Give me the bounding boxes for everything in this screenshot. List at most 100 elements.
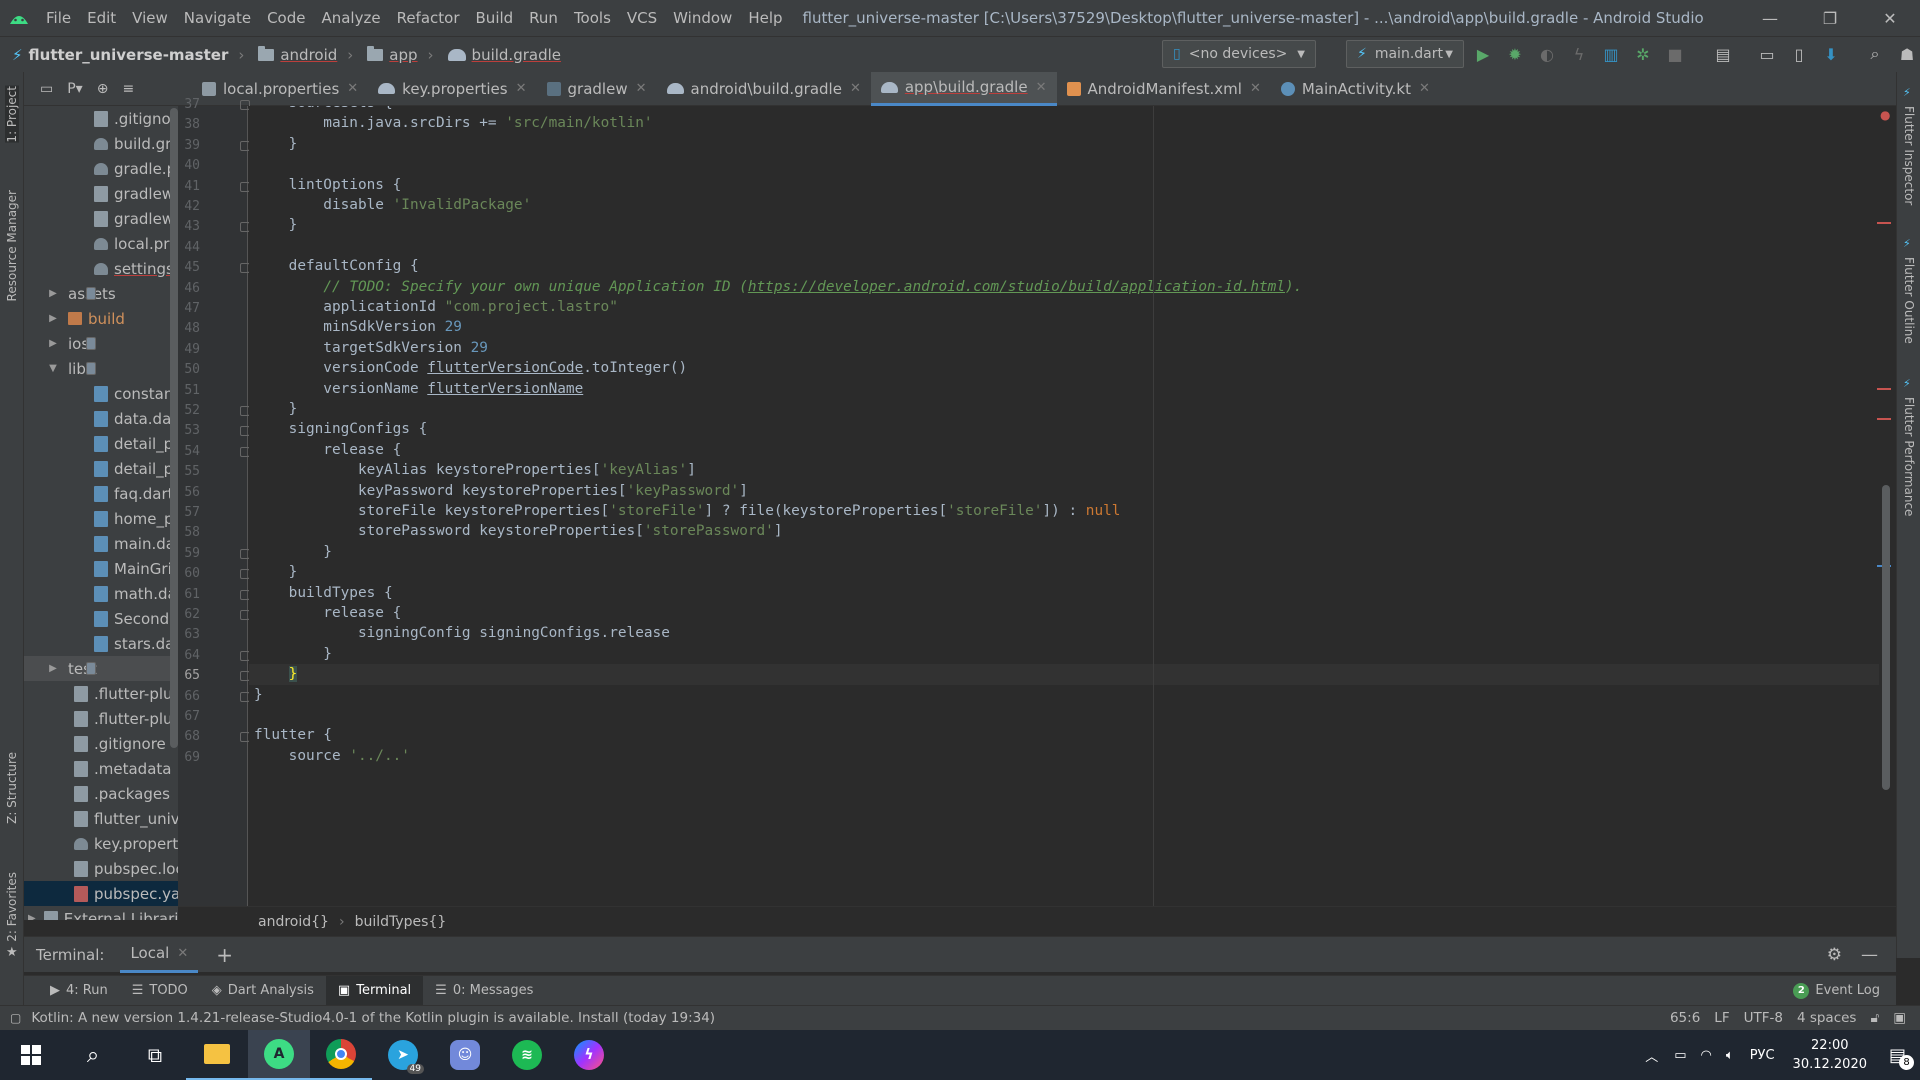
lock-icon[interactable]: 🔓︎ xyxy=(1870,1010,1879,1026)
expand-arrow-icon[interactable]: ▶ xyxy=(46,663,60,674)
tree-item[interactable]: .gitignore xyxy=(24,106,178,131)
close-icon[interactable]: ✕ xyxy=(177,946,188,961)
code-line[interactable]: storePassword keystoreProperties['storeP… xyxy=(249,521,783,541)
structure-button[interactable]: Z: Structure xyxy=(5,752,19,824)
language-indicator[interactable]: РУС xyxy=(1750,1048,1775,1063)
battery-icon[interactable]: ▭ xyxy=(1674,1048,1686,1063)
file-explorer-icon[interactable] xyxy=(186,1030,248,1080)
code-line[interactable]: } xyxy=(249,664,1879,685)
event-log-button[interactable]: 2 Event Log xyxy=(1793,976,1880,1006)
tool-window-button[interactable]: ◈ Dart Analysis xyxy=(200,976,326,1006)
telegram-icon[interactable]: ➤ 49 xyxy=(372,1030,434,1080)
hide-panel-icon[interactable]: — xyxy=(1861,945,1878,965)
tree-item[interactable]: SecondPage.dart xyxy=(24,606,178,631)
gear-icon[interactable]: ⚙ xyxy=(1827,945,1842,965)
code-line[interactable]: versionName flutterVersionName xyxy=(249,379,583,399)
close-tab-icon[interactable]: ✕ xyxy=(1419,81,1430,96)
editor-tab[interactable]: MainActivity.kt ✕ xyxy=(1271,72,1440,106)
close-tab-icon[interactable]: ✕ xyxy=(1250,81,1261,96)
tree-item[interactable]: ▶assets xyxy=(24,281,178,306)
status-message[interactable]: Kotlin: A new version 1.4.21-release-Stu… xyxy=(31,1010,715,1026)
breadcrumb-buildtypes-block[interactable]: buildTypes{} xyxy=(355,914,447,930)
code-line[interactable]: lintOptions { xyxy=(249,175,402,195)
spotify-icon[interactable]: ≋ xyxy=(496,1030,558,1080)
menu-item[interactable]: Run xyxy=(521,0,566,36)
close-tab-icon[interactable]: ✕ xyxy=(850,81,861,96)
editor-scrollbar[interactable] xyxy=(1882,485,1890,790)
tree-item[interactable]: pubspec.lock xyxy=(24,856,178,881)
hot-restart-icon[interactable]: ▥ xyxy=(1598,40,1624,68)
close-tab-icon[interactable]: ✕ xyxy=(1036,80,1047,95)
code-line[interactable] xyxy=(249,154,254,174)
menu-item[interactable]: Analyze xyxy=(313,0,388,36)
file-encoding[interactable]: UTF-8 xyxy=(1744,1010,1783,1026)
tree-item[interactable]: data.dart xyxy=(24,406,178,431)
tree-item[interactable]: ▶ test xyxy=(24,656,178,681)
tool-window-button[interactable]: ☰ TODO xyxy=(120,976,200,1006)
debug-icon[interactable]: ✹ xyxy=(1502,40,1528,68)
close-tab-icon[interactable]: ✕ xyxy=(516,81,527,96)
attach-debugger-icon[interactable]: ✲ xyxy=(1630,40,1656,68)
code-line[interactable]: defaultConfig { xyxy=(249,256,419,276)
project-view-selector[interactable]: P▾ xyxy=(67,81,82,97)
line-separator[interactable]: LF xyxy=(1714,1010,1729,1026)
code-line[interactable] xyxy=(249,705,254,725)
resource-manager-button[interactable]: Resource Manager xyxy=(5,190,19,301)
expand-arrow-icon[interactable]: ▼ xyxy=(46,363,60,374)
hot-reload-icon[interactable]: ϟ xyxy=(1566,40,1592,68)
code-line[interactable]: } xyxy=(249,562,298,582)
editor-tab[interactable]: AndroidManifest.xml ✕ xyxy=(1057,72,1271,106)
flutter-performance-button[interactable]: Flutter Performance xyxy=(1902,397,1916,516)
breadcrumb-file[interactable]: build.gradle xyxy=(447,46,561,64)
tree-item[interactable]: home_page.dart xyxy=(24,506,178,531)
tree-item[interactable]: math.dart xyxy=(24,581,178,606)
expand-arrow-icon[interactable]: ▶ xyxy=(46,313,60,324)
device-file-explorer-icon[interactable]: ▯ xyxy=(1786,40,1812,68)
code-line[interactable]: } xyxy=(249,215,298,235)
tool-window-button[interactable]: ▣ Terminal xyxy=(325,975,424,1006)
code-line[interactable]: signingConfigs { xyxy=(249,419,428,439)
tree-item[interactable]: build.gradle xyxy=(24,131,178,156)
code-editor[interactable]: sourceSets { main.java.srcDirs += 'src/m… xyxy=(249,106,1896,906)
error-stripe[interactable] xyxy=(1877,418,1891,420)
breadcrumb-project[interactable]: ⚡ flutter_universe-master › xyxy=(12,46,244,64)
chrome-icon[interactable] xyxy=(310,1030,372,1080)
menu-item[interactable]: Code xyxy=(259,0,313,36)
run-config-selector[interactable]: ⚡ main.dart ▼ xyxy=(1346,40,1464,68)
menu-item[interactable]: Build xyxy=(468,0,522,36)
memory-indicator-icon[interactable]: ▣ xyxy=(1893,1010,1906,1026)
editor-tab[interactable]: key.properties ✕ xyxy=(368,72,536,106)
menu-item[interactable]: Tools xyxy=(566,0,619,36)
wifi-icon[interactable]: ◠ xyxy=(1701,1048,1712,1063)
code-line[interactable]: keyPassword keystoreProperties['keyPassw… xyxy=(249,481,748,501)
tree-item[interactable]: main.dart xyxy=(24,531,178,556)
editor-tab[interactable]: local.properties ✕ xyxy=(192,72,368,106)
tree-item[interactable]: detail_page.dart xyxy=(24,431,178,456)
clock[interactable]: 22:00 30.12.2020 xyxy=(1793,1036,1867,1074)
menu-item[interactable]: View xyxy=(124,0,176,36)
panel-toggle-icon[interactable]: ▢ xyxy=(10,1011,21,1025)
search-icon[interactable]: ⌕ xyxy=(1862,40,1888,68)
flutter-outline-button[interactable]: Flutter Outline xyxy=(1902,257,1916,344)
tree-item[interactable]: key.properties xyxy=(24,831,178,856)
code-line[interactable]: storeFile keystoreProperties['storeFile'… xyxy=(249,501,1120,521)
code-line[interactable]: applicationId "com.project.lastro" xyxy=(249,297,618,317)
user-icon[interactable]: ☗ xyxy=(1894,40,1920,68)
volume-icon[interactable]: 🔈︎ xyxy=(1726,1048,1734,1063)
tree-item[interactable]: ▶ build xyxy=(24,306,178,331)
messenger-icon[interactable]: ϟ xyxy=(558,1030,620,1080)
project-tool-button[interactable]: 1: Project xyxy=(5,86,19,143)
tree-item[interactable]: settings.gradle xyxy=(24,256,178,281)
code-line[interactable]: keyAlias keystoreProperties['keyAlias'] xyxy=(249,460,696,480)
code-line[interactable]: flutter { xyxy=(249,725,332,745)
locate-icon[interactable]: ⊕ xyxy=(97,81,109,97)
sdk-manager-icon[interactable]: ⬇ xyxy=(1818,40,1844,68)
tree-item[interactable]: detail_page_2.dart xyxy=(24,456,178,481)
tree-item[interactable]: pubspec.yaml xyxy=(24,881,178,906)
breadcrumb-android[interactable]: android › xyxy=(258,45,353,64)
tray-chevron-up-icon[interactable]: ︿ xyxy=(1645,1046,1658,1065)
tree-item[interactable]: ▶ External Libraries xyxy=(24,906,178,920)
tree-item[interactable]: local.properties xyxy=(24,231,178,256)
tree-item[interactable]: gradle.properties xyxy=(24,156,178,181)
expand-arrow-icon[interactable]: ▶ xyxy=(28,913,36,920)
